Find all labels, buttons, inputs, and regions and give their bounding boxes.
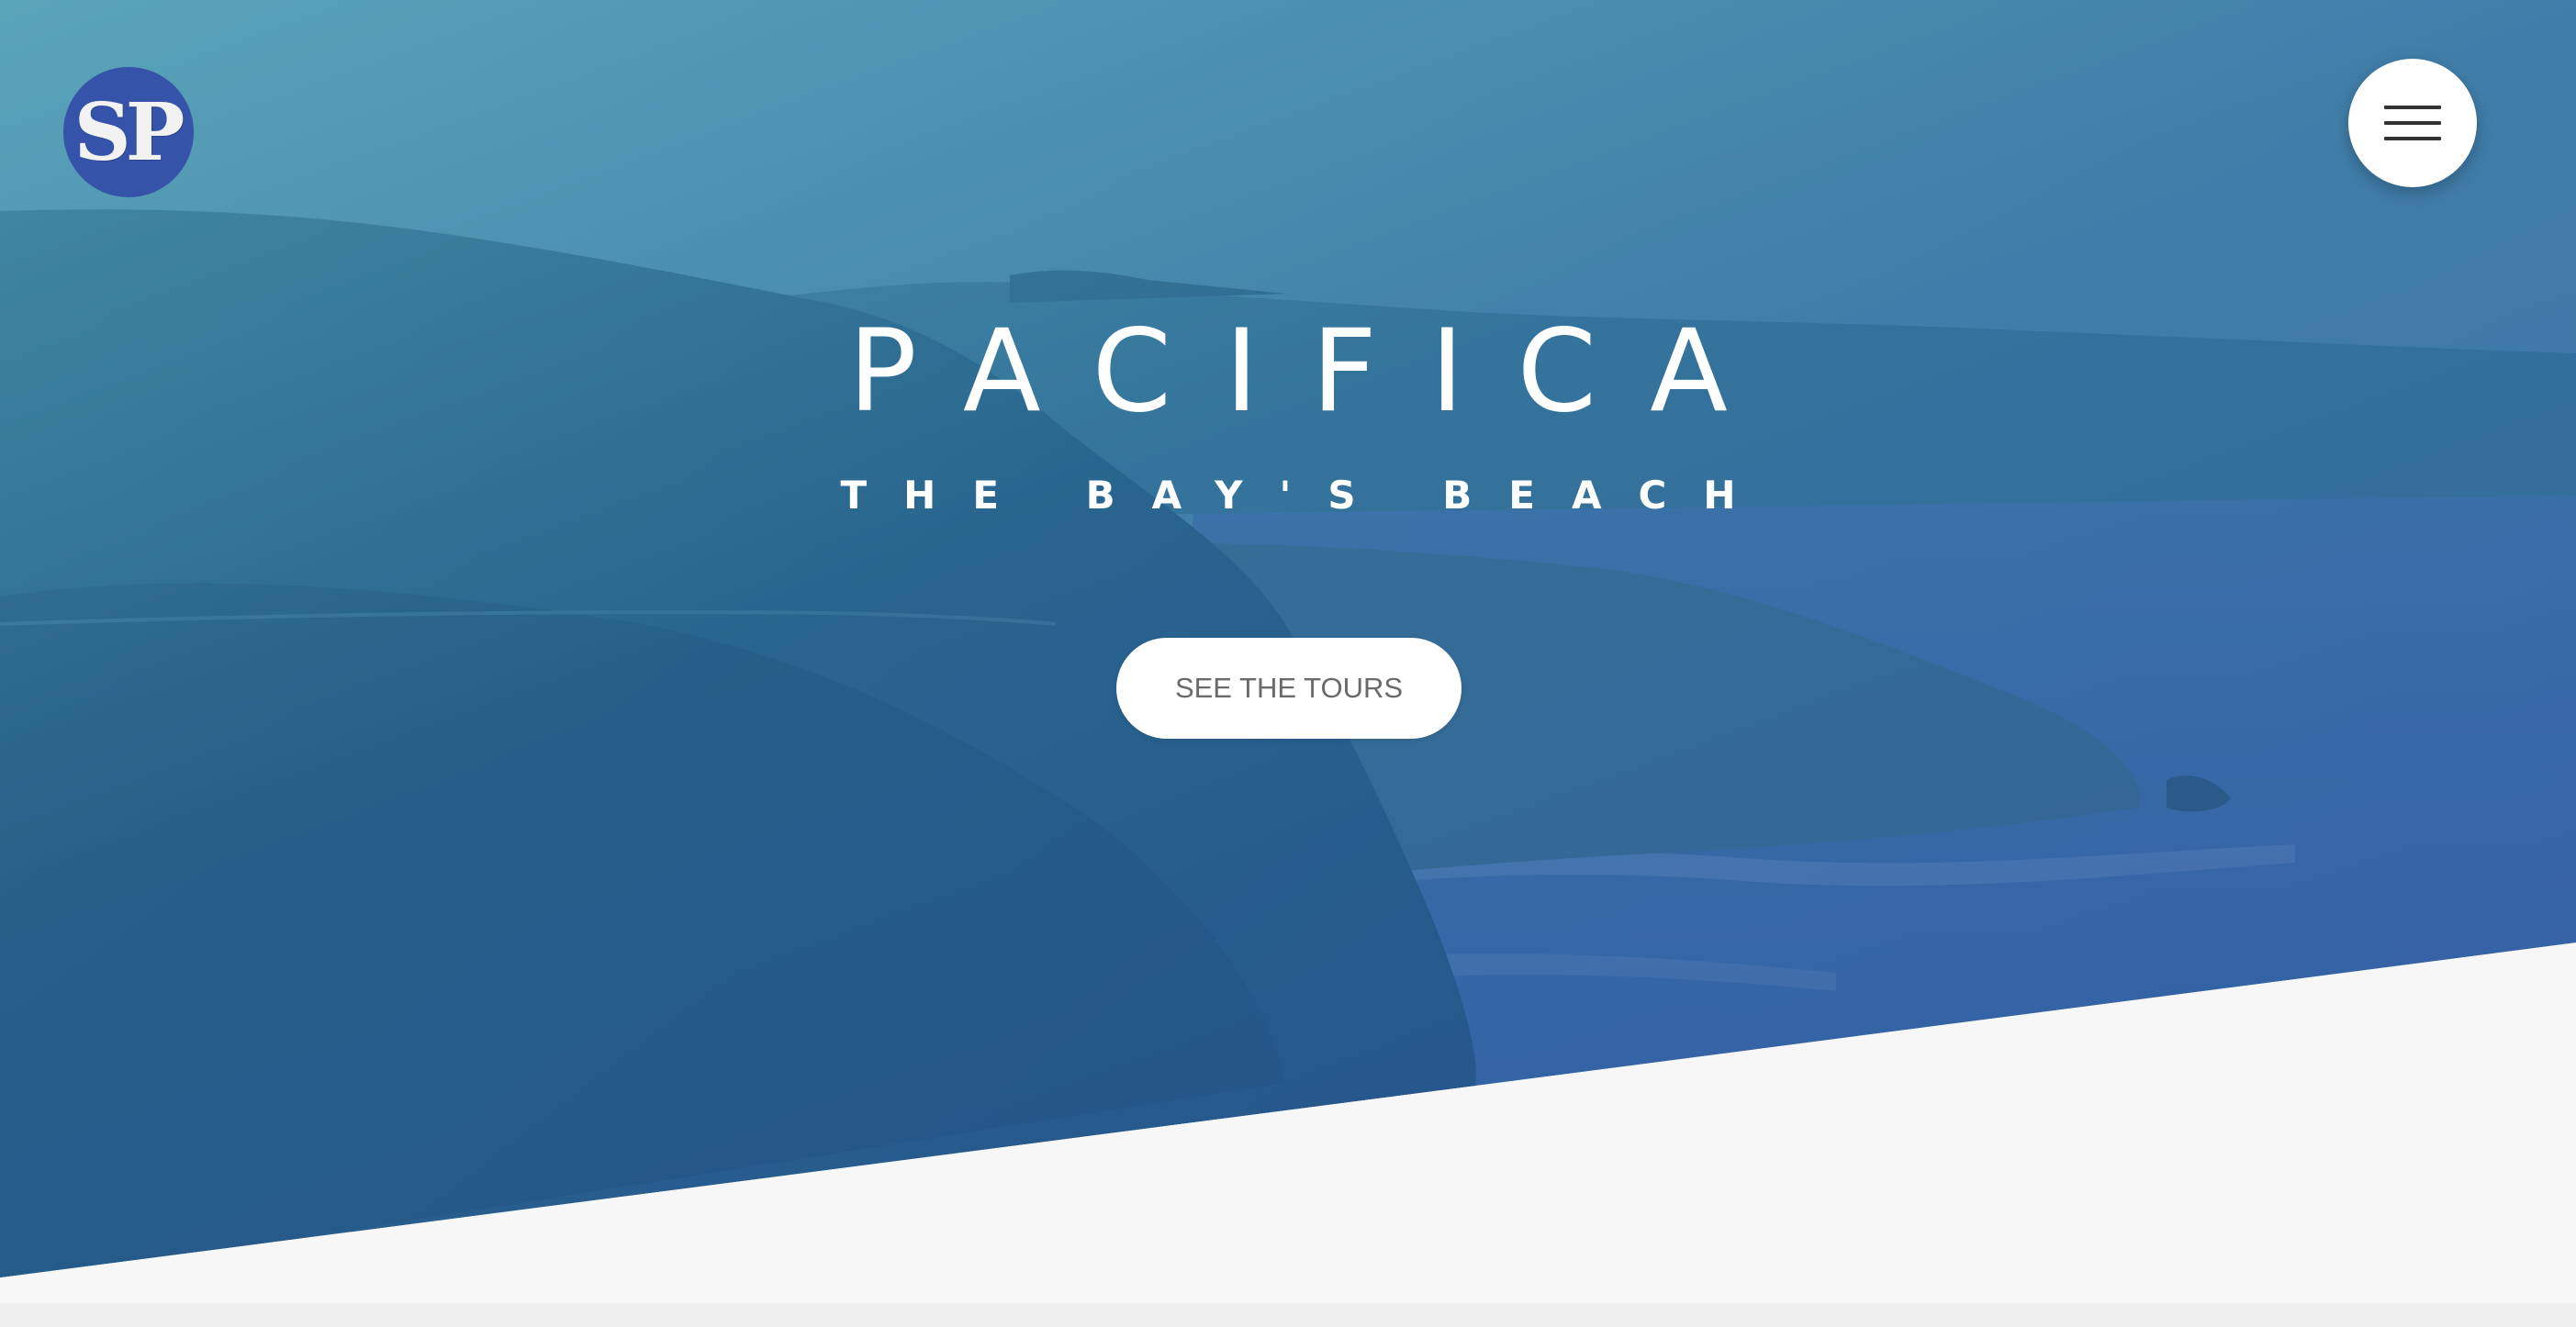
hamburger-menu-icon	[2384, 106, 2441, 140]
site-logo[interactable]: SP	[63, 67, 194, 197]
landing-page: SP PACIFICA THE BAY'S BEACH SEE THE TOUR…	[0, 0, 2576, 1327]
page-bottom-strip	[0, 1303, 2576, 1327]
hero-subtitle: THE BAY'S BEACH	[840, 473, 1773, 518]
see-tours-button[interactable]: SEE THE TOURS	[1116, 638, 1462, 739]
logo-text: SP	[73, 85, 185, 179]
menu-button[interactable]	[2348, 59, 2477, 187]
hero-title: PACIFICA	[848, 306, 1781, 438]
